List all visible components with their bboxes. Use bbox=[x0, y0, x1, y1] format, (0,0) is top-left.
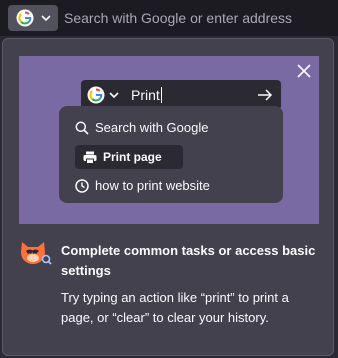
text-caret bbox=[160, 87, 162, 103]
suggestion-search-label: Search with Google bbox=[95, 120, 209, 135]
search-icon bbox=[75, 121, 89, 135]
chevron-down-icon bbox=[41, 15, 51, 22]
illustration-query: Print bbox=[131, 87, 162, 103]
printer-icon bbox=[83, 151, 97, 164]
tip-illustration: Print Search with Google Print page how … bbox=[19, 56, 319, 224]
tip-description: Try typing an action like “print” to pri… bbox=[61, 290, 289, 325]
print-page-label: Print page bbox=[103, 150, 162, 164]
illustration-suggestions: Search with Google Print page how to pri… bbox=[59, 106, 283, 203]
go-arrow-icon bbox=[258, 89, 273, 101]
url-bar bbox=[0, 0, 338, 36]
print-page-action: Print page bbox=[75, 145, 183, 169]
tip-title: Complete common tasks or access basic se… bbox=[61, 243, 316, 278]
search-engine-button[interactable] bbox=[8, 5, 58, 31]
google-g-icon bbox=[16, 9, 34, 27]
tip-panel: Print Search with Google Print page how … bbox=[2, 38, 334, 356]
firefox-tip-icon bbox=[21, 242, 52, 265]
google-g-icon bbox=[87, 86, 105, 104]
history-clock-icon bbox=[75, 178, 89, 193]
chevron-down-icon bbox=[109, 92, 119, 99]
suggestion-search: Search with Google bbox=[75, 120, 208, 135]
suggestion-history: how to print website bbox=[75, 178, 210, 193]
close-icon[interactable] bbox=[297, 64, 311, 78]
address-input[interactable] bbox=[64, 5, 324, 31]
suggestion-history-label: how to print website bbox=[95, 178, 210, 193]
